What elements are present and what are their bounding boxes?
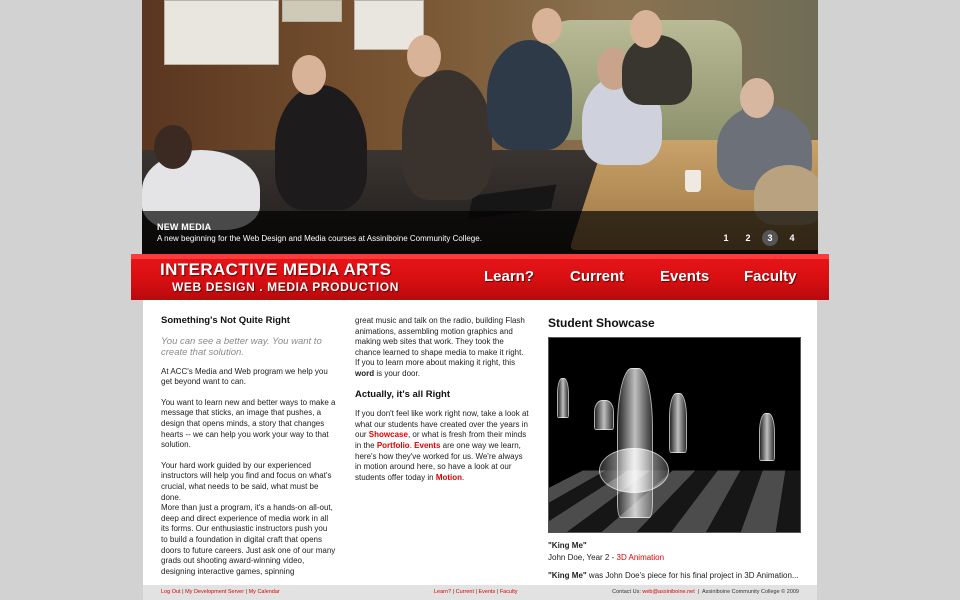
showcase-chess-piece [669,393,687,453]
slide-button-1[interactable]: 1 [718,230,734,246]
hero-photo-frame [282,0,342,22]
copyright-text: Assiniboine Community College © 2009 [702,589,799,595]
intro-paragraph: You want to learn new and better ways to… [161,397,336,450]
middle-text: is your door. [376,368,420,378]
showcase-column: Student Showcase "King Me" John Doe, Yea… [548,316,803,582]
intro-subtitle: You can see a better way. You want to cr… [161,335,322,358]
slide-pager: 1 2 3 4 [718,230,800,246]
site-logo-title[interactable]: INTERACTIVE MEDIA ARTS [160,260,391,280]
showcase-caption: "King Me" John Doe, Year 2 - 3D Animatio… [548,540,803,582]
page: NEW MEDIA A new beginning for the Web De… [0,0,960,600]
site-logo-subtitle: WEB DESIGN . MEDIA PRODUCTION [172,280,399,294]
showcase-desc-title: "King Me" [548,571,587,580]
hero-photo-person [402,70,492,200]
middle-text: . [409,440,412,450]
showcase-item-author: John Doe, Year 2 - [548,553,617,562]
slide-button-2[interactable]: 2 [740,230,756,246]
footer-nav-current[interactable]: Current [456,589,474,595]
footer-nav-events[interactable]: Events [478,589,495,595]
word-link[interactable]: word [355,369,374,378]
showcase-chess-piece [759,413,775,461]
footer-user-links: Log Out | My Development Server | My Cal… [161,589,280,595]
showcase-chess-piece [617,368,653,518]
hero-photo-poster [164,0,279,65]
contact-email-link[interactable]: web@assiniboine.net [642,589,694,595]
slide-button-4[interactable]: 4 [784,230,800,246]
hero-photo-head [532,8,562,44]
showcase-chessboard [549,470,800,532]
logout-link[interactable]: Log Out [161,589,181,595]
middle-paragraph: great music and talk on the radio, build… [355,316,530,380]
hero-caption-title: NEW MEDIA [157,222,212,232]
main-content: Something's Not Quite Right You can see … [143,300,817,585]
footer-nav-learn[interactable]: Learn? [434,589,451,595]
showcase-item-title: "King Me" [548,541,587,550]
hero-photo-head [154,125,192,169]
slide-button-3[interactable]: 3 [762,230,778,246]
showcase-image[interactable] [548,337,801,533]
intro-column: Something's Not Quite Right You can see … [161,315,336,587]
contact-label: Contact Us: [612,589,641,595]
header-band: INTERACTIVE MEDIA ARTS WEB DESIGN . MEDI… [131,254,829,300]
showcase-chess-piece [594,400,614,430]
showcase-chess-piece [557,378,569,418]
footer-nav-faculty[interactable]: Faculty [500,589,518,595]
hero-photo-person [275,85,367,210]
hero-photo-person [487,40,572,150]
middle-column: great music and talk on the radio, build… [355,316,530,493]
showcase-category-link[interactable]: 3D Animation [617,553,665,562]
footer-contact: Contact Us: web@assiniboine.net | Assini… [612,589,799,595]
footer-nav: Learn? | Current | Events | Faculty [434,589,518,595]
calendar-link[interactable]: My Calendar [249,589,280,595]
intro-heading: Something's Not Quite Right [161,315,290,326]
hero-photo-person [622,35,692,105]
motion-link[interactable]: Motion [436,473,462,482]
hero-photo-mug [685,170,701,192]
nav-current[interactable]: Current [570,268,624,285]
showcase-chess-piece [599,448,669,493]
hero-photo-head [292,55,326,95]
showcase-link[interactable]: Showcase [369,430,408,439]
dev-server-link[interactable]: My Development Server [185,589,244,595]
showcase-desc-text: was John Doe's piece for his final proje… [586,571,799,580]
hero-caption: NEW MEDIA A new beginning for the Web De… [142,211,818,255]
middle-text: . [462,472,465,482]
footer: Log Out | My Development Server | My Cal… [143,585,817,600]
nav-faculty[interactable]: Faculty [744,268,797,285]
hero-photo-head [740,78,774,118]
middle-paragraph: If you don't feel like work right now, t… [355,409,530,483]
hero-banner: NEW MEDIA A new beginning for the Web De… [142,0,818,255]
intro-paragraph: Your hard work guided by our experienced… [161,460,332,502]
portfolio-link[interactable]: Portfolio [377,441,410,450]
showcase-title: Student Showcase [548,316,655,330]
actually-heading: Actually, it's all Right [355,388,450,400]
hero-photo-head [630,10,662,48]
nav-events[interactable]: Events [660,268,709,285]
intro-paragraph: At ACC's Media and Web program we help y… [161,366,328,387]
events-link[interactable]: Events [414,441,440,450]
intro-paragraph: More than just a program, it's a hands-o… [161,503,336,576]
hero-caption-text: A new beginning for the Web Design and M… [157,234,482,243]
nav-learn[interactable]: Learn? [484,268,534,285]
middle-text: great music and talk on the radio, build… [355,316,525,368]
hero-photo-head [407,35,441,77]
